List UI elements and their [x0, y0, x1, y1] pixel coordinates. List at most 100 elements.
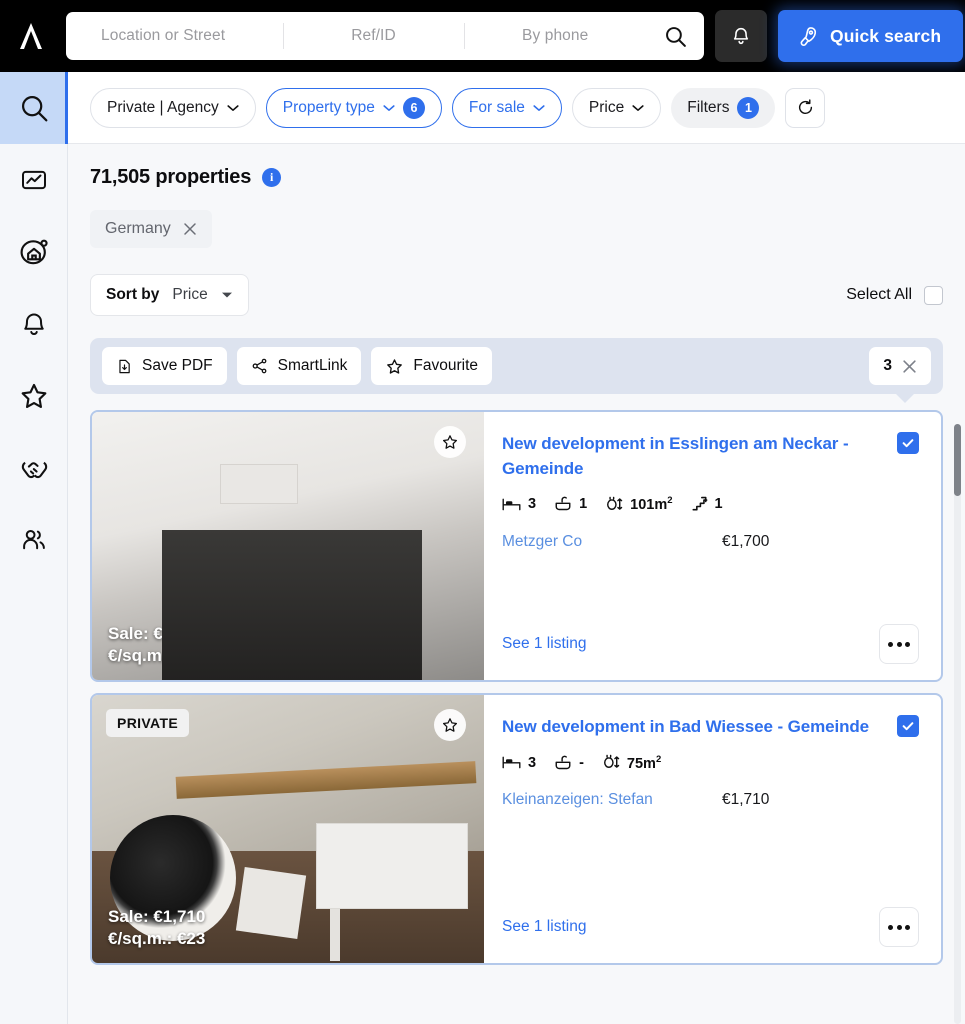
home-radar-icon [18, 236, 50, 268]
search-input-location[interactable]: Location or Street [66, 12, 283, 60]
toolbar-tail [895, 393, 915, 403]
sidebar-item-analytics[interactable] [0, 144, 68, 216]
listing-more-menu-button[interactable] [879, 907, 919, 947]
bathrooms-value: 1 [579, 496, 588, 513]
results-scrollbar[interactable] [954, 424, 961, 1024]
spec-bathrooms: - [554, 755, 584, 771]
favourite-toggle[interactable] [434, 426, 466, 458]
select-all-control[interactable]: Select All [846, 285, 943, 305]
sidebar-item-valuation[interactable] [0, 216, 68, 288]
bedrooms-value: 3 [528, 754, 537, 771]
location-tag-label: Germany [105, 220, 171, 237]
filter-chip-for-sale[interactable]: For sale [451, 87, 562, 128]
chip-label: Private | Agency [107, 98, 219, 116]
favourite-toggle[interactable] [434, 709, 466, 741]
people-icon [19, 525, 49, 555]
chevron-down-icon [632, 104, 644, 112]
area-icon [602, 754, 620, 771]
sort-by-label: Sort by [106, 286, 160, 303]
see-listings-link[interactable]: See 1 listing [502, 635, 586, 653]
area-value: 75m2 [626, 753, 662, 772]
sidebar-item-deals[interactable] [0, 432, 68, 504]
favourite-label: Favourite [413, 357, 479, 374]
overlay-sale-price: Sale: €1,710 [108, 907, 206, 927]
rocket-icon [796, 25, 819, 48]
photo-detail [230, 580, 274, 628]
save-pdf-label: Save PDF [142, 357, 213, 374]
star-icon [385, 357, 404, 376]
sort-by-value: Price [172, 286, 208, 303]
filter-chip-price[interactable]: Price [571, 87, 662, 128]
listing-agent-row: Kleinanzeigen: Stefan €1,710 [502, 791, 919, 809]
filter-chip-private-agency[interactable]: Private | Agency [90, 87, 256, 128]
selection-counter[interactable]: 3 [869, 347, 931, 385]
bell-icon [19, 309, 49, 339]
listing-select-checkbox[interactable] [897, 715, 919, 737]
reset-filters-button[interactable] [785, 87, 826, 128]
overlay-sale-price: Sale: €1,700 [108, 624, 206, 644]
listing-footer: See 1 listing [502, 624, 919, 664]
listing-specs: 3 1 101m2 1 [502, 495, 919, 513]
listing-list: Sale: €1,700 €/sq.m.: €17 New developmen… [90, 410, 943, 965]
sidebar-item-favourites[interactable] [0, 360, 68, 432]
select-all-checkbox[interactable] [924, 285, 943, 305]
listing-photo[interactable]: PRIVATE Sale: €1,710 €/sq.m.: €23 [92, 695, 484, 963]
listing-more-menu-button[interactable] [879, 624, 919, 664]
dot [888, 924, 893, 930]
filters-button[interactable]: Filters 1 [671, 87, 776, 128]
notifications-button[interactable] [715, 10, 767, 62]
bathtub-icon [554, 755, 572, 771]
info-icon[interactable]: i [262, 168, 282, 187]
dot [896, 641, 902, 647]
filter-chip-row: Private | Agency Property type 6 For sal… [68, 72, 965, 144]
listing-agent[interactable]: Metzger Co [502, 533, 582, 551]
save-pdf-button[interactable]: Save PDF [102, 347, 227, 385]
sidebar-item-contacts[interactable] [0, 504, 68, 576]
star-icon [18, 380, 50, 412]
location-filter-tag[interactable]: Germany [90, 210, 212, 248]
close-icon[interactable] [902, 359, 917, 374]
bedrooms-value: 3 [528, 496, 537, 513]
listing-title[interactable]: New development in Bad Wiessee - Gemeind… [502, 715, 887, 740]
sort-by-dropdown[interactable]: Sort by Price [90, 274, 249, 316]
dot [888, 641, 893, 647]
scrollbar-thumb[interactable] [954, 424, 961, 496]
handshake-icon [18, 452, 51, 485]
bathrooms-value: - [579, 754, 584, 771]
bed-icon [502, 755, 521, 770]
see-listings-link[interactable]: See 1 listing [502, 918, 586, 936]
listing-agent[interactable]: Kleinanzeigen: Stefan [502, 791, 653, 809]
left-sidebar [0, 72, 68, 1024]
bathtub-icon [554, 496, 572, 512]
search-input-phone[interactable]: By phone [464, 12, 646, 60]
sidebar-item-alerts[interactable] [0, 288, 68, 360]
search-input-refid[interactable]: Ref/ID [282, 12, 465, 60]
filters-count-badge: 1 [737, 96, 760, 119]
smartlink-label: SmartLink [277, 357, 348, 374]
close-icon[interactable] [183, 222, 197, 236]
listing-card[interactable]: PRIVATE Sale: €1,710 €/sq.m.: €23 New de… [90, 693, 943, 965]
floors-value: 1 [714, 496, 723, 513]
app-logo[interactable] [0, 0, 62, 72]
spec-bedrooms: 3 [502, 496, 536, 512]
favourite-button[interactable]: Favourite [371, 347, 493, 385]
spec-area: 101m2 [605, 495, 673, 513]
sort-row: Sort by Price Select All [90, 274, 965, 316]
area-icon [605, 496, 623, 513]
quick-search-button[interactable]: Quick search [778, 10, 964, 62]
sidebar-item-search[interactable] [0, 72, 68, 144]
listing-photo[interactable]: Sale: €1,700 €/sq.m.: €17 [92, 412, 484, 680]
listing-select-checkbox[interactable] [897, 432, 919, 454]
listing-body: New development in Bad Wiessee - Gemeind… [484, 695, 941, 963]
listing-agent-row: Metzger Co €1,700 [502, 533, 919, 551]
smartlink-button[interactable]: SmartLink [236, 347, 362, 385]
search-submit-icon[interactable] [646, 12, 704, 60]
photo-detail [330, 909, 340, 961]
photo-price-overlay: Sale: €1,700 €/sq.m.: €17 [108, 623, 205, 666]
chevron-down-icon [227, 104, 239, 112]
listing-card[interactable]: Sale: €1,700 €/sq.m.: €17 New developmen… [90, 410, 943, 682]
filter-chip-property-type[interactable]: Property type 6 [265, 87, 442, 128]
dot [896, 924, 902, 930]
listing-title[interactable]: New development in Esslingen am Neckar -… [502, 432, 887, 481]
results-content: 71,505 properties i Germany Sort by Pric… [68, 144, 965, 965]
